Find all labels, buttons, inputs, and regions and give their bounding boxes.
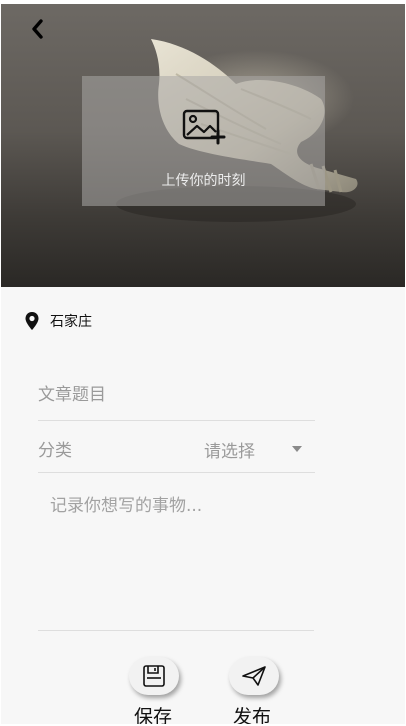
content-textarea[interactable]: 记录你想写的事物...: [38, 476, 314, 631]
back-button[interactable]: [23, 14, 51, 44]
map-pin-icon: [25, 312, 39, 330]
save-label[interactable]: 保存: [134, 702, 172, 724]
category-select-value: 请选择: [204, 441, 255, 462]
app-frame: 上传你的时刻 石家庄 文章题目 分类 请选择 记录你想写的事物... 保存 发布: [1, 4, 405, 724]
upload-photo-area[interactable]: 上传你的时刻: [82, 76, 325, 206]
title-input[interactable]: 文章题目: [38, 372, 315, 421]
category-select[interactable]: 请选择: [204, 434, 314, 464]
floppy-disk-icon: [143, 665, 165, 687]
location-text: 石家庄: [50, 314, 92, 330]
title-placeholder: 文章题目: [38, 385, 106, 405]
paper-plane-icon: [242, 666, 266, 686]
caret-down-icon: [292, 446, 302, 452]
content-placeholder: 记录你想写的事物...: [50, 496, 203, 516]
publish-label[interactable]: 发布: [233, 702, 271, 724]
category-label: 分类: [38, 441, 72, 461]
image-plus-icon: [182, 109, 226, 145]
category-row: 分类 请选择: [38, 426, 315, 473]
location-row: 石家庄: [24, 309, 92, 333]
publish-button[interactable]: [229, 657, 279, 695]
chevron-left-icon: [32, 19, 43, 39]
save-button[interactable]: [129, 657, 179, 695]
upload-label: 上传你的时刻: [161, 173, 246, 189]
cover-image: 上传你的时刻: [1, 4, 405, 287]
